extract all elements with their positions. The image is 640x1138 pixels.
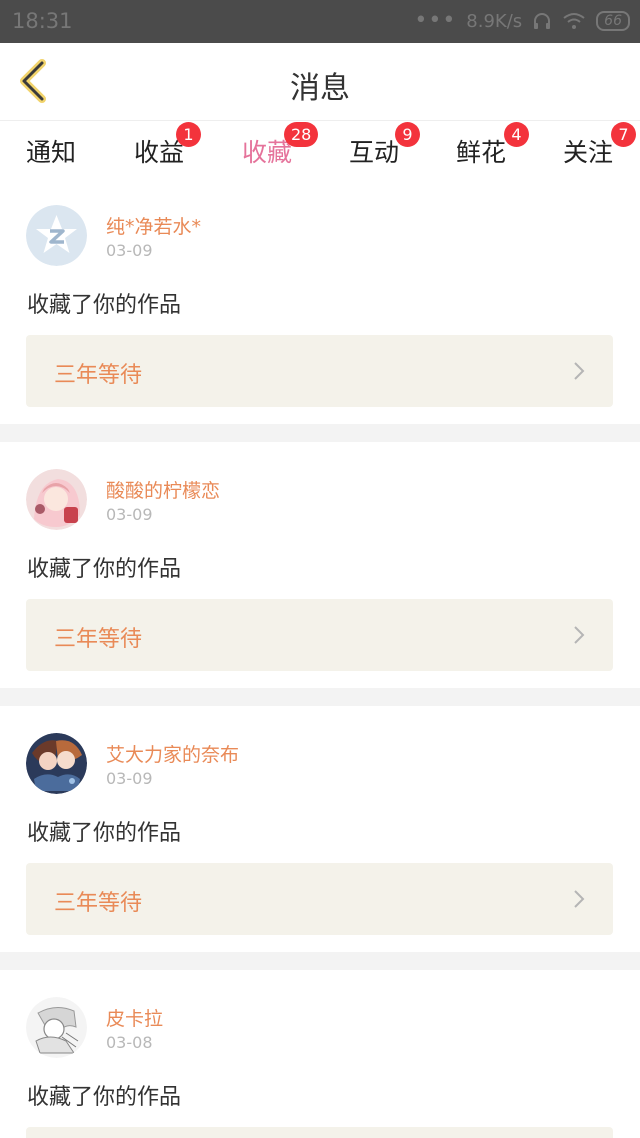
avatar[interactable] [26,997,87,1058]
unread-badge: 9 [395,122,420,147]
tab-label: 关注 [562,138,613,167]
work-title: 三年等待 [54,891,143,916]
top-navigation-bar: 消息 [0,43,640,120]
anime-girl-avatar [26,469,87,530]
user-name[interactable]: 皮卡拉 [106,1004,163,1031]
chevron-right-icon [574,626,585,644]
user-name[interactable]: 艾大力家的奈布 [106,740,239,767]
message-text: 收藏了你的作品 [27,557,182,582]
message-text: 收藏了你的作品 [27,1085,182,1110]
more-dots-icon: ••• [414,8,457,33]
tab-earnings[interactable]: 收益 1 [114,122,204,169]
message-tabs: 通知 收益 1 收藏 28 互动 9 鲜花 4 关注 7 [0,120,640,187]
tab-flowers[interactable]: 鲜花 4 [436,122,529,169]
chevron-right-icon [574,362,585,380]
favorite-date: 03-08 [106,1033,153,1052]
avatar[interactable] [26,205,87,266]
unread-badge: 7 [611,122,636,147]
status-icons: ••• 8.9K/s 66 [414,9,630,33]
sketch-avatar [26,997,87,1058]
message-text: 收藏了你的作品 [27,821,182,846]
tab-label: 收益 [133,138,184,167]
favorite-date: 03-09 [106,769,153,788]
unread-badge: 4 [504,122,529,147]
work-link[interactable]: 三年等待 [26,335,613,407]
message-text: 收藏了你的作品 [27,293,182,318]
avatar[interactable] [26,733,87,794]
page-title: 消息 [290,71,350,106]
avatar[interactable] [26,469,87,530]
tab-label: 互动 [348,138,399,167]
status-bar: 18:31 ••• 8.9K/s 66 [0,0,640,43]
headphone-icon [534,13,551,29]
anime-couple-avatar [26,733,87,794]
status-time: 18:31 [12,9,73,33]
list-item: 酸酸的柠檬恋 03-09 收藏了你的作品 三年等待 [0,442,640,688]
unread-badge: 1 [176,122,201,147]
work-link[interactable]: 三年等待 [26,863,613,935]
chevron-right-icon [574,890,585,908]
work-link[interactable] [26,1127,613,1138]
battery-indicator: 66 [596,11,630,31]
divider [0,952,640,970]
list-item: 纯*净若水* 03-09 收藏了你的作品 三年等待 [0,178,640,424]
tab-follows[interactable]: 关注 7 [543,122,636,169]
work-title: 三年等待 [54,363,143,388]
unread-badge: 28 [284,122,319,147]
list-item: 艾大力家的奈布 03-09 收藏了你的作品 三年等待 [0,706,640,952]
tab-notifications[interactable]: 通知 [6,133,96,169]
network-speed: 8.9K/s [466,10,523,32]
work-link[interactable]: 三年等待 [26,599,613,671]
favorite-date: 03-09 [106,505,153,524]
work-title: 三年等待 [54,627,143,652]
wifi-icon [563,13,585,29]
tab-label: 通知 [25,138,76,167]
favorite-date: 03-09 [106,241,153,260]
tab-interactions[interactable]: 互动 9 [329,122,420,169]
list-item: 皮卡拉 03-08 收藏了你的作品 [0,970,640,1138]
divider [0,688,640,706]
tab-label: 收藏 [241,138,292,167]
tab-favorites[interactable]: 收藏 28 [222,122,319,187]
qq-avatar-icon [26,205,87,266]
user-name[interactable]: 酸酸的柠檬恋 [106,476,220,503]
divider [0,424,640,442]
user-name[interactable]: 纯*净若水* [106,212,201,239]
tab-label: 鲜花 [455,138,506,167]
